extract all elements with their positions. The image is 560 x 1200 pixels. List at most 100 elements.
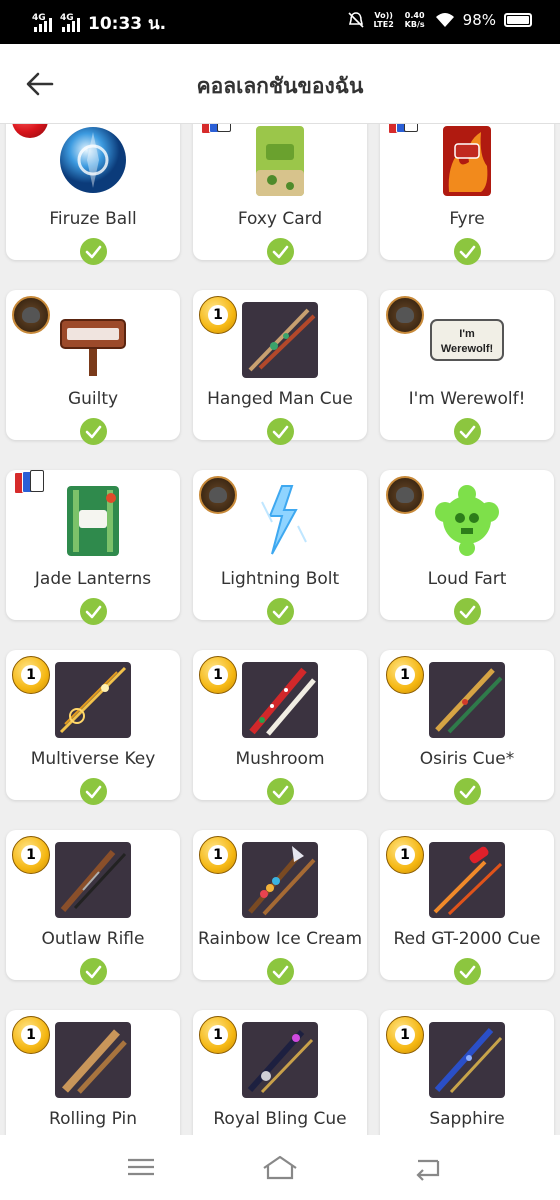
mushroom-cue-icon: [242, 662, 318, 738]
level-one-coin-icon: 1: [199, 836, 237, 874]
home-icon[interactable]: [262, 1153, 298, 1181]
werewolf-badge-icon: [386, 476, 424, 514]
owned-check-icon: [454, 958, 481, 985]
level-one-coin-icon: 1: [199, 296, 237, 334]
race-car-cue-icon: [429, 842, 505, 918]
collection-item[interactable]: 1 Osiris Cue*: [380, 650, 554, 805]
network-speed: 0.40 KB/s: [404, 11, 425, 29]
owned-check-icon: [80, 958, 107, 985]
svg-text:I'm: I'm: [459, 328, 475, 340]
owned-check-icon: [267, 238, 294, 265]
item-label: Fyre: [449, 209, 485, 229]
item-label: Sapphire: [429, 1109, 505, 1129]
owned-check-icon: [267, 598, 294, 625]
collection-item[interactable]: 1 Red GT-2000 Cue: [380, 830, 554, 985]
battery-percent: 98%: [462, 11, 496, 29]
collection-item[interactable]: 1 Rainbow Ice Cream: [193, 830, 367, 985]
collection-item[interactable]: Jade Lanterns: [6, 470, 180, 625]
golden-key-cue-icon: [55, 662, 131, 738]
item-label: Foxy Card: [237, 209, 323, 229]
osiris-cue-icon: [429, 662, 505, 738]
item-label: Outlaw Rifle: [41, 929, 145, 949]
signal-icon: 4G: [32, 13, 54, 32]
uno-cards-badge-icon: [201, 124, 235, 134]
uno-cards-badge-icon: [14, 470, 48, 494]
owned-check-icon: [80, 238, 107, 265]
system-nav-bar: [0, 1135, 560, 1200]
menu-icon[interactable]: [125, 1153, 157, 1181]
owned-check-icon: [267, 418, 294, 445]
owned-check-icon: [80, 418, 107, 445]
blue-ornament-ball-icon: [55, 124, 131, 198]
collection-item[interactable]: Loud Fart: [380, 470, 554, 625]
item-label: Osiris Cue*: [419, 749, 515, 769]
collection-item[interactable]: 1 Multiverse Key: [6, 650, 180, 805]
item-label: Loud Fart: [427, 569, 507, 589]
wifi-icon: [435, 13, 454, 27]
collection-item[interactable]: 1 Royal Bling Cue: [193, 1010, 367, 1135]
owned-check-icon: [80, 778, 107, 805]
collection-item[interactable]: Lightning Bolt: [193, 470, 367, 625]
app-bar: คอลเลกชันของฉัน: [0, 44, 560, 124]
level-one-coin-icon: 1: [199, 656, 237, 694]
item-label: Mushroom: [235, 749, 325, 769]
owned-check-icon: [267, 778, 294, 805]
collection-item[interactable]: Foxy Card: [193, 124, 367, 265]
im-werewolf-sign-icon: I'm Werewolf!: [429, 302, 505, 378]
mute-bell-icon: [348, 12, 364, 28]
item-label: Rainbow Ice Cream: [198, 929, 362, 949]
plato-card-green-icon: [242, 124, 318, 198]
back-icon[interactable]: [412, 1153, 444, 1181]
werewolf-badge-icon: [12, 296, 50, 334]
lightning-icon: [242, 482, 318, 558]
signal-icon-2: 4G: [60, 13, 82, 32]
owned-check-icon: [80, 598, 107, 625]
collection-item[interactable]: 1 Outlaw Rifle: [6, 830, 180, 985]
item-label: I'm Werewolf!: [408, 389, 526, 409]
level-one-coin-icon: 1: [199, 1016, 237, 1054]
guilty-sign-icon: [55, 302, 131, 378]
item-label: Multiverse Key: [30, 749, 156, 769]
page-title: คอลเลกชันของฉัน: [196, 74, 364, 98]
owned-check-icon: [454, 598, 481, 625]
level-one-coin-icon: 1: [386, 656, 424, 694]
item-label: Guilty: [67, 389, 119, 409]
owned-check-icon: [267, 958, 294, 985]
sapphire-cue-icon: [429, 1022, 505, 1098]
level-one-coin-icon: 1: [386, 1016, 424, 1054]
ice-cream-cue-icon: [242, 842, 318, 918]
plato-card-bamboo-icon: [55, 482, 131, 558]
level-one-coin-icon: 1: [12, 836, 50, 874]
item-label: Jade Lanterns: [34, 569, 152, 589]
item-label: Royal Bling Cue: [213, 1109, 347, 1129]
battery-icon: [504, 13, 532, 27]
owned-check-icon: [454, 778, 481, 805]
green-skull-cloud-icon: [429, 482, 505, 558]
bling-cue-icon: [242, 1022, 318, 1098]
werewolf-badge-icon: [199, 476, 237, 514]
cue-stick-icon: [242, 302, 318, 378]
owned-check-icon: [454, 238, 481, 265]
level-one-coin-icon: 1: [386, 836, 424, 874]
collection-item[interactable]: Fyre: [380, 124, 554, 265]
red-ball-badge-icon: [12, 124, 48, 138]
collection-item[interactable]: Firuze Ball: [6, 124, 180, 265]
collection-item[interactable]: I'm Werewolf! I'm Werewolf!: [380, 290, 554, 445]
collection-item[interactable]: 1 Hanged Man Cue: [193, 290, 367, 445]
collection-item[interactable]: 1 Sapphire: [380, 1010, 554, 1135]
rolling-pin-cue-icon: [55, 1022, 131, 1098]
collection-item[interactable]: 1 Mushroom: [193, 650, 367, 805]
plato-card-fire-icon: [429, 124, 505, 198]
collection-item[interactable]: 1 Rolling Pin: [6, 1010, 180, 1135]
werewolf-badge-icon: [386, 296, 424, 334]
item-label: Rolling Pin: [49, 1109, 137, 1129]
collection-item[interactable]: Guilty: [6, 290, 180, 445]
svg-text:Werewolf!: Werewolf!: [441, 343, 493, 355]
uno-cards-badge-icon: [388, 124, 422, 134]
level-one-coin-icon: 1: [12, 656, 50, 694]
item-label: Hanged Man Cue: [207, 389, 353, 409]
item-label: Lightning Bolt: [220, 569, 340, 589]
owned-check-icon: [454, 418, 481, 445]
volte-indicator: Vo)) LTE2: [373, 11, 394, 29]
status-bar: 4G 4G 10:33 น. Vo)) LTE2 0.40 KB/s 98%: [0, 0, 560, 44]
